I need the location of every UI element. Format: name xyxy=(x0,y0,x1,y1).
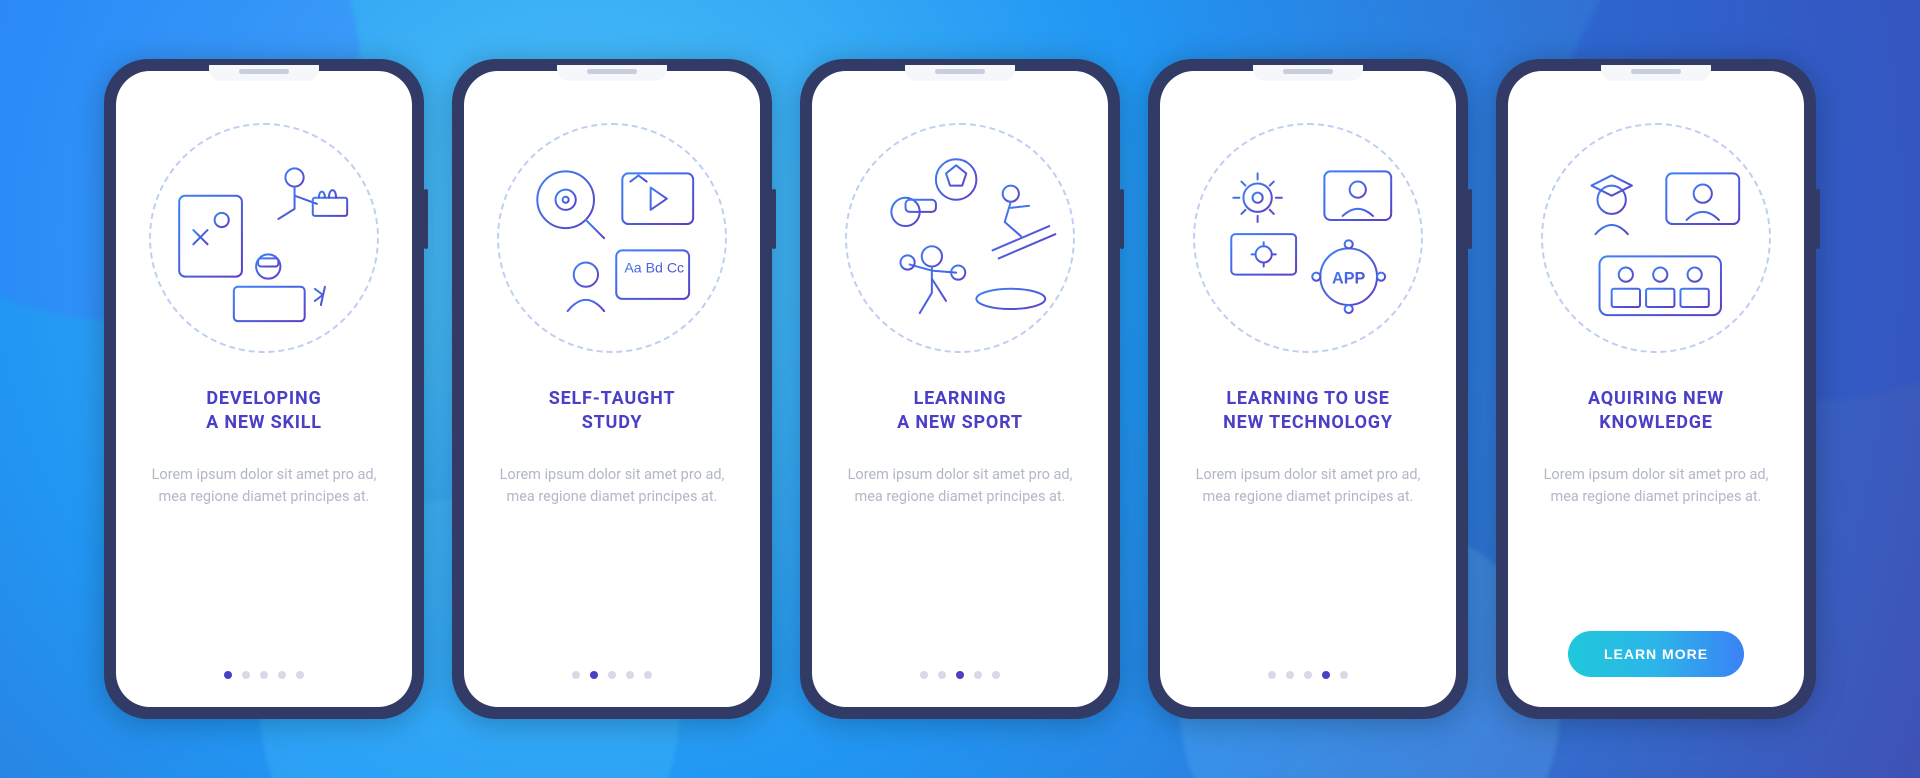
learn-more-button[interactable]: LEARN MORE xyxy=(1568,631,1744,677)
page-dot[interactable] xyxy=(938,671,946,679)
title-line: AQUIRING NEW xyxy=(1588,388,1724,409)
developing-skill-icon xyxy=(149,123,379,353)
screen-body: Lorem ipsum dolor sit amet pro ad, mea r… xyxy=(1530,464,1782,509)
page-dot[interactable] xyxy=(278,671,286,679)
title-line: LEARNING TO USE xyxy=(1226,388,1389,409)
phone-mockup: Aa Bd Cc SELF-TAUGHT STUDY Lorem ipsum d… xyxy=(452,59,772,719)
phone-side-button xyxy=(1816,189,1820,249)
screen-title: LEARNING A NEW SPORT xyxy=(897,387,1023,436)
onboarding-screen[interactable]: DEVELOPING A NEW SKILL Lorem ipsum dolor… xyxy=(116,71,412,707)
page-indicator xyxy=(224,671,304,683)
title-line: STUDY xyxy=(582,412,643,433)
screen-title: LEARNING TO USE NEW TECHNOLOGY xyxy=(1223,387,1393,436)
phone-mockup: DEVELOPING A NEW SKILL Lorem ipsum dolor… xyxy=(104,59,424,719)
page-dot[interactable] xyxy=(956,671,964,679)
page-dot[interactable] xyxy=(296,671,304,679)
screen-body: Lorem ipsum dolor sit amet pro ad, mea r… xyxy=(138,464,390,509)
onboarding-screen[interactable]: AQUIRING NEW KNOWLEDGE Lorem ipsum dolor… xyxy=(1508,71,1804,707)
phone-side-button xyxy=(424,189,428,249)
phone-mockup: APP LEARNING TO USE NEW TECHNOLOGY Lorem… xyxy=(1148,59,1468,719)
page-indicator xyxy=(572,671,652,683)
new-sport-icon xyxy=(845,123,1075,353)
title-line: A NEW SKILL xyxy=(206,412,322,433)
onboarding-canvas: DEVELOPING A NEW SKILL Lorem ipsum dolor… xyxy=(0,0,1920,778)
self-taught-icon: Aa Bd Cc xyxy=(497,123,727,353)
screen-title: DEVELOPING A NEW SKILL xyxy=(206,387,322,436)
title-line: A NEW SPORT xyxy=(897,412,1023,433)
page-dot[interactable] xyxy=(920,671,928,679)
page-dot[interactable] xyxy=(1304,671,1312,679)
screen-body: Lorem ipsum dolor sit amet pro ad, mea r… xyxy=(834,464,1086,509)
page-dot[interactable] xyxy=(626,671,634,679)
phone-mockup: LEARNING A NEW SPORT Lorem ipsum dolor s… xyxy=(800,59,1120,719)
screen-title: SELF-TAUGHT STUDY xyxy=(549,387,676,436)
page-dot[interactable] xyxy=(572,671,580,679)
page-dot[interactable] xyxy=(992,671,1000,679)
phone-side-button xyxy=(1468,189,1472,249)
title-line: KNOWLEDGE xyxy=(1599,412,1712,433)
title-line: DEVELOPING xyxy=(206,388,321,409)
page-indicator xyxy=(920,671,1000,683)
page-dot[interactable] xyxy=(242,671,250,679)
title-line: NEW TECHNOLOGY xyxy=(1223,412,1393,433)
page-dot[interactable] xyxy=(224,671,232,679)
onboarding-screen[interactable]: Aa Bd Cc SELF-TAUGHT STUDY Lorem ipsum d… xyxy=(464,71,760,707)
page-dot[interactable] xyxy=(1286,671,1294,679)
page-dot[interactable] xyxy=(590,671,598,679)
onboarding-screen[interactable]: APP LEARNING TO USE NEW TECHNOLOGY Lorem… xyxy=(1160,71,1456,707)
page-dot[interactable] xyxy=(1340,671,1348,679)
phone-mockup: AQUIRING NEW KNOWLEDGE Lorem ipsum dolor… xyxy=(1496,59,1816,719)
page-dot[interactable] xyxy=(644,671,652,679)
phone-side-button xyxy=(1120,189,1124,249)
acquiring-knowledge-icon xyxy=(1541,123,1771,353)
screen-body: Lorem ipsum dolor sit amet pro ad, mea r… xyxy=(486,464,738,509)
screen-body: Lorem ipsum dolor sit amet pro ad, mea r… xyxy=(1182,464,1434,509)
screen-title: AQUIRING NEW KNOWLEDGE xyxy=(1588,387,1724,436)
page-dot[interactable] xyxy=(1322,671,1330,679)
page-indicator xyxy=(1268,671,1348,683)
title-line: SELF-TAUGHT xyxy=(549,388,676,409)
title-line: LEARNING xyxy=(914,388,1007,409)
page-dot[interactable] xyxy=(260,671,268,679)
new-technology-icon: APP xyxy=(1193,123,1423,353)
page-dot[interactable] xyxy=(1268,671,1276,679)
page-dot[interactable] xyxy=(974,671,982,679)
phone-side-button xyxy=(772,189,776,249)
onboarding-screen[interactable]: LEARNING A NEW SPORT Lorem ipsum dolor s… xyxy=(812,71,1108,707)
page-dot[interactable] xyxy=(608,671,616,679)
